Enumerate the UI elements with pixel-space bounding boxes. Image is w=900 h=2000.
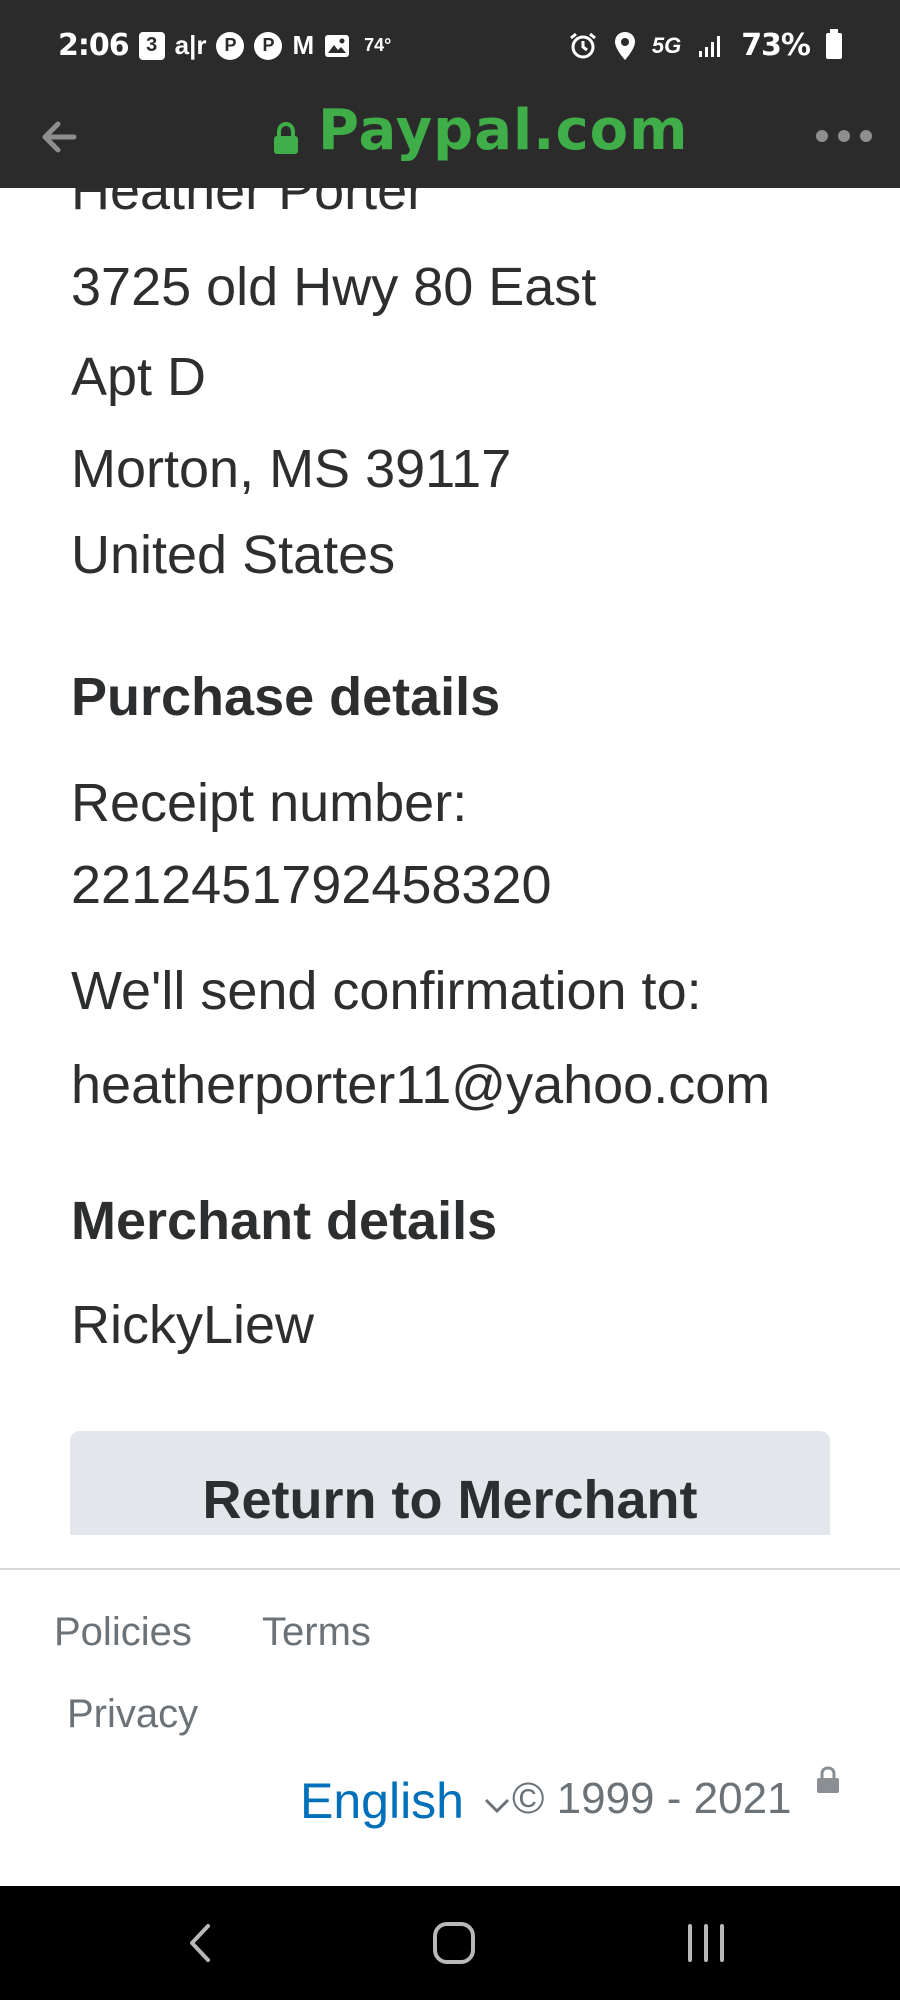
weather-3-icon: 3 bbox=[138, 31, 165, 60]
language-selector[interactable]: English bbox=[300, 1772, 464, 1830]
shipping-name: Heather Porter bbox=[71, 188, 426, 221]
system-navigation-bar bbox=[0, 1886, 900, 2000]
signal-icon bbox=[697, 33, 725, 59]
footer-link-terms[interactable]: Terms bbox=[262, 1610, 371, 1655]
nav-back-icon[interactable] bbox=[172, 1918, 232, 1968]
gmail-icon: M bbox=[292, 30, 315, 60]
nav-home-icon[interactable] bbox=[424, 1918, 484, 1968]
temperature: 74° bbox=[364, 35, 392, 55]
return-to-merchant-label: Return to Merchant bbox=[202, 1470, 698, 1530]
battery-percent: 73% bbox=[741, 28, 811, 63]
chevron-down-icon[interactable] bbox=[482, 1790, 512, 1820]
status-right: 5G 73% bbox=[568, 28, 842, 63]
network-type: 5G bbox=[651, 32, 682, 58]
location-icon bbox=[614, 31, 636, 61]
nav-recents-icon[interactable] bbox=[676, 1918, 736, 1968]
footer-link-policies[interactable]: Policies bbox=[54, 1610, 192, 1655]
pinterest-icon: P bbox=[216, 31, 245, 60]
footer-link-privacy[interactable]: Privacy bbox=[67, 1692, 198, 1737]
status-bar: 2:06 3 a|r P P M 74° 5G 73% bbox=[0, 0, 900, 92]
url-text[interactable]: Paypal.com bbox=[318, 98, 688, 163]
alarm-icon bbox=[568, 31, 598, 61]
confirmation-email: heatherporter11@yahoo.com bbox=[71, 1055, 771, 1115]
gallery-icon bbox=[324, 34, 350, 58]
secure-lock-icon bbox=[274, 122, 298, 154]
lock-icon bbox=[817, 1766, 839, 1793]
status-left: 2:06 3 a|r P P M 74° bbox=[58, 28, 391, 63]
copyright-text: © 1999 - 2021 bbox=[512, 1774, 792, 1823]
shipping-address-line1: 3725 old Hwy 80 East bbox=[71, 257, 597, 317]
shipping-city-state-zip: Morton, MS 39117 bbox=[71, 439, 512, 499]
receipt-content: Heather Porter 3725 old Hwy 80 East Apt … bbox=[0, 188, 900, 1568]
merchant-details-heading: Merchant details bbox=[71, 1191, 498, 1251]
return-to-merchant-button[interactable]: Return to Merchant bbox=[70, 1431, 830, 1535]
confirmation-label: We'll send confirmation to: bbox=[71, 961, 702, 1021]
more-options-icon[interactable] bbox=[816, 114, 872, 158]
air-icon: a|r bbox=[174, 30, 207, 60]
back-arrow-icon[interactable] bbox=[34, 112, 84, 162]
merchant-name: RickyLiew bbox=[71, 1295, 315, 1355]
status-time: 2:06 bbox=[58, 28, 130, 63]
purchase-details-heading: Purchase details bbox=[71, 667, 501, 727]
shipping-address-line2: Apt D bbox=[71, 347, 207, 407]
footer-divider bbox=[0, 1568, 900, 1570]
battery-icon bbox=[826, 28, 842, 59]
receipt-number: 2212451792458320 bbox=[71, 855, 552, 915]
pinterest-icon: P bbox=[254, 31, 283, 60]
receipt-number-label: Receipt number: bbox=[71, 773, 468, 833]
browser-url-bar: Paypal.com bbox=[0, 92, 900, 188]
shipping-country: United States bbox=[71, 525, 396, 585]
